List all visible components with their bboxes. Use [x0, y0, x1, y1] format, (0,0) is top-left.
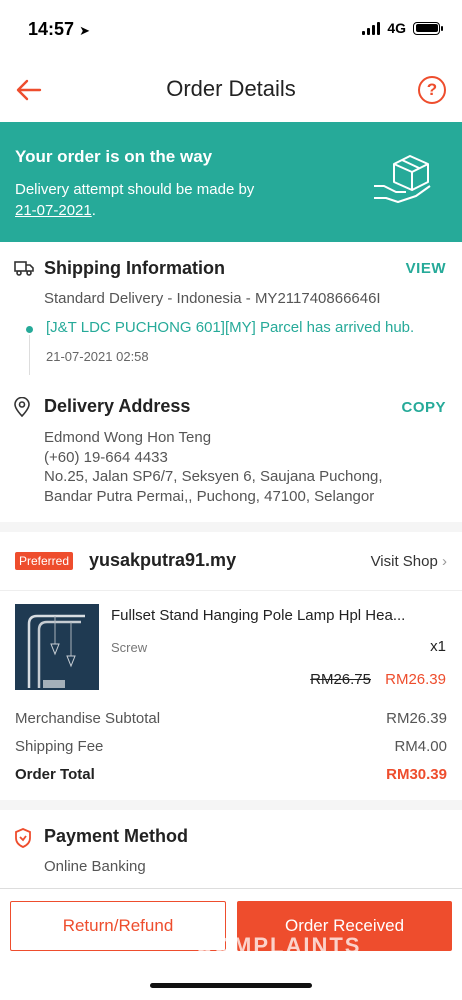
product-variant: Screw: [111, 640, 148, 655]
order-total-row: Order Total RM30.39: [15, 766, 447, 783]
shipping-method: Standard Delivery - Indonesia - MY211740…: [44, 290, 381, 307]
address-line-2: Bandar Putra Permai,, Puchong, 47100, Se…: [44, 487, 375, 505]
watermark: COMPLAINTS: [196, 933, 362, 958]
view-shipping-button[interactable]: VIEW: [406, 260, 446, 277]
signal-icon: [362, 21, 381, 35]
payment-section: Payment Method Online Banking: [0, 812, 462, 888]
banner-title: Your order is on the way: [15, 147, 213, 166]
shop-section: Preferred yusakputra91.my Visit Shop › F…: [0, 532, 462, 802]
shipping-fee-value: RM4.00: [394, 738, 447, 755]
shipping-fee-label: Shipping Fee: [15, 738, 104, 755]
current-price: RM26.39: [385, 671, 446, 688]
shop-separator: [0, 590, 462, 591]
package-hand-icon: [372, 152, 434, 204]
original-price: RM26.75: [310, 671, 371, 688]
subtotal-value: RM26.39: [386, 710, 447, 727]
visit-shop-label: Visit Shop: [370, 553, 438, 570]
banner-subtitle-text: Delivery attempt should be made by: [15, 181, 255, 198]
payment-method-title: Payment Method: [44, 826, 189, 846]
address-details: Edmond Wong Hon Teng (+60) 19-664 4433 N…: [44, 428, 383, 506]
banner-date: 21-07-2021: [15, 202, 92, 219]
preferred-badge: Preferred: [15, 552, 74, 570]
delivery-address-title: Delivery Address: [44, 396, 191, 416]
tracking-timeline: [29, 335, 30, 375]
recipient-name: Edmond Wong Hon Teng: [44, 429, 212, 446]
shield-payment-icon: [14, 828, 32, 848]
section-divider: [0, 522, 462, 532]
order-status-banner: Your order is on the way Delivery attemp…: [0, 122, 462, 242]
tracking-time: 21-07-2021 02:58: [46, 349, 149, 364]
status-time-text: 14:57: [28, 19, 75, 39]
product-quantity: x1: [430, 638, 446, 655]
help-icon[interactable]: ?: [418, 76, 446, 104]
location-arrow-icon: ➤: [79, 23, 90, 38]
home-indicator[interactable]: [150, 983, 312, 988]
navbar: Order Details ?: [0, 62, 462, 118]
payment-method-value: Online Banking: [44, 858, 146, 875]
product-image[interactable]: [15, 604, 99, 690]
page-title: Order Details: [166, 76, 296, 101]
return-refund-button[interactable]: Return/Refund: [10, 901, 226, 951]
order-total-value: RM30.39: [386, 766, 447, 783]
shop-name[interactable]: yusakputra91.my: [89, 550, 236, 571]
banner-date-suffix: .: [91, 202, 96, 219]
battery-icon: [413, 21, 443, 35]
banner-subtitle: Delivery attempt should be made by 21-07…: [15, 179, 315, 221]
status-time: 14:57 ➤: [28, 19, 90, 40]
address-line-1: No.25, Jalan SP6/7, Seksyen 6, Saujana P…: [44, 468, 383, 485]
status-bar: 14:57 ➤ 4G: [0, 0, 462, 60]
section-divider: [0, 800, 462, 810]
tracking-message[interactable]: [J&T LDC PUCHONG 601][MY] Parcel has arr…: [46, 319, 414, 336]
location-pin-icon: [13, 396, 31, 418]
bottom-action-bar: Return/Refund Order Received COMPLAINTS: [0, 888, 462, 1000]
visit-shop-button[interactable]: Visit Shop ›: [371, 553, 447, 570]
network-type: 4G: [387, 20, 406, 36]
shipping-info-section: Shipping Information VIEW Standard Deliv…: [0, 242, 462, 382]
chevron-right-icon: ›: [442, 553, 447, 570]
subtotal-label: Merchandise Subtotal: [15, 710, 161, 727]
delivery-address-section: Delivery Address COPY Edmond Wong Hon Te…: [0, 384, 462, 520]
truck-icon: [14, 260, 34, 276]
shipping-info-title: Shipping Information: [44, 258, 225, 278]
status-indicators: 4G: [362, 20, 443, 36]
copy-address-button[interactable]: COPY: [401, 399, 446, 416]
merchandise-subtotal-row: Merchandise Subtotal RM26.39: [15, 710, 447, 727]
order-total-label: Order Total: [15, 766, 95, 783]
recipient-phone: (+60) 19-664 4433: [44, 448, 168, 466]
product-name[interactable]: Fullset Stand Hanging Pole Lamp Hpl Hea.…: [111, 607, 451, 624]
shipping-fee-row: Shipping Fee RM4.00: [15, 738, 447, 755]
tracking-status-dot: [26, 326, 33, 333]
